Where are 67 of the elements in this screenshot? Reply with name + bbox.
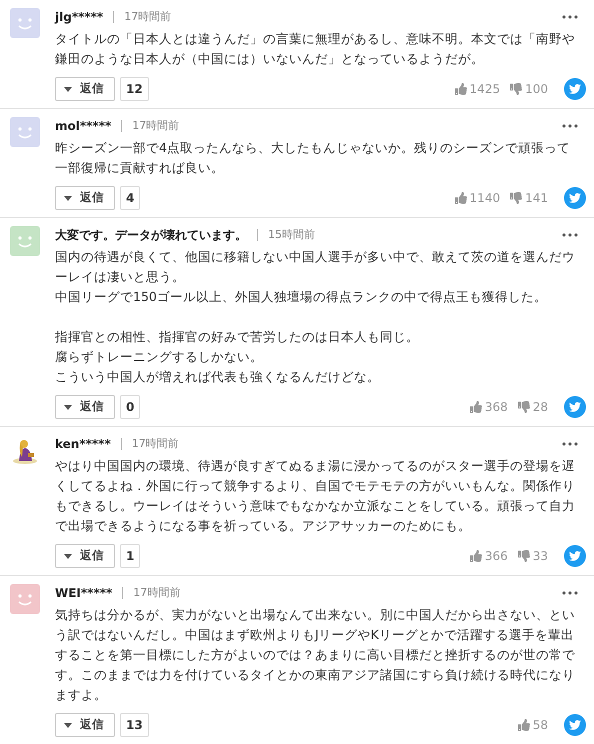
caret-icon <box>64 196 72 200</box>
caret-icon <box>64 404 72 410</box>
thumbs-up-icon[interactable] <box>518 719 530 731</box>
reply-button[interactable]: 返信 <box>55 544 115 568</box>
user-name[interactable]: 大変です。データが壊れています。 <box>55 226 247 244</box>
comment-text: 指揮官との相性、指揮官の好みで苦労したのは日本人も同じ。 <box>55 328 420 346</box>
like-count: 366 <box>484 548 508 565</box>
like-count: 1140 <box>470 190 500 207</box>
more-icon[interactable] <box>562 591 578 595</box>
thumbs-down-icon[interactable] <box>510 83 522 95</box>
bird-icon <box>569 83 581 95</box>
more-icon[interactable] <box>562 233 578 237</box>
reply-count: 0 <box>120 395 140 419</box>
caret-icon <box>64 554 72 558</box>
bird-icon <box>569 401 581 413</box>
dislike-count: 33 <box>532 548 548 565</box>
reply-count: 1 <box>120 544 140 568</box>
reply-button[interactable]: 返信 <box>55 77 115 101</box>
caret-icon <box>64 86 72 92</box>
thumbs-up-icon[interactable] <box>470 550 482 562</box>
comment-text: タイトルの「日本人とは違うんだ」の言葉に無理があるし、意味不明。本文では「南野や鎌田のような日本人が（中国には）いないんだ」となっているようだが。 <box>55 30 576 68</box>
like-count: 1425 <box>470 81 500 98</box>
dislike-count: 100 <box>525 81 548 98</box>
reply-button[interactable]: 返信 <box>55 186 115 210</box>
timestamp: 17時間前 <box>132 118 180 134</box>
timestamp: 17時間前 <box>124 8 172 25</box>
bird-icon <box>569 550 581 562</box>
thumbs-down-icon[interactable] <box>518 401 530 413</box>
thumbs-down-icon[interactable] <box>518 550 530 562</box>
twitter-share-button[interactable] <box>564 78 586 100</box>
bird-icon <box>569 192 581 204</box>
timestamp: 17時間前 <box>132 436 179 452</box>
dislike-count: 28 <box>532 399 548 416</box>
reply-count: 13 <box>120 713 149 737</box>
more-icon[interactable] <box>562 15 578 19</box>
twitter-share-button[interactable] <box>564 714 586 736</box>
twitter-share-button[interactable] <box>564 187 586 209</box>
thumbs-up-icon[interactable] <box>454 83 467 95</box>
user-name[interactable]: ken***** <box>55 435 111 453</box>
like-count: 368 <box>484 399 508 416</box>
timestamp: 17時間前 <box>133 584 180 601</box>
caret-icon <box>64 722 72 728</box>
comment-text: 国内の待遇が良くて、他国に移籍しない中国人選手が多い中で、敢えて茨の道を選んだウーレイは凄いと思う。 <box>55 248 576 286</box>
comment-text: 腐らずトレーニングするしかない。 <box>55 348 264 366</box>
thumbs-up-icon[interactable] <box>454 192 467 204</box>
comment-text: やはり中国国内の環境、待遇が良すぎてぬるま湯に浸かってるのがスター選手の登場を遅くしてるよね．外国に行って競争するより、自国でモテモテの方がいいもんな。関係作りもできるし。ウーレイはそういう意味でもなかなか立派なことをしている。頑張って自力で出場できるようになる事を祈っている。アジアサッカーのためにも。 <box>55 457 576 535</box>
twitter-share-button[interactable] <box>564 545 586 567</box>
timestamp: 15時間前 <box>268 226 315 243</box>
comment-text: 昨シーズン一部で4点取ったんなら、大したもんじゃないか。残りのシーズンで頑張って一部復帰に貢献すれば良い。 <box>55 139 571 177</box>
reply-count: 12 <box>120 77 149 101</box>
twitter-share-button[interactable] <box>564 396 586 418</box>
user-name[interactable]: mol***** <box>55 117 112 135</box>
user-name[interactable]: jlg***** <box>55 8 104 26</box>
user-name[interactable]: WEI***** <box>55 584 112 602</box>
thumbs-down-icon[interactable] <box>510 192 522 204</box>
thumbs-up-icon[interactable] <box>470 401 482 413</box>
bird-icon <box>569 719 581 731</box>
more-icon[interactable] <box>562 442 578 446</box>
comment-text: 気持ちは分かるが、実力がないと出場なんて出来ない。別に中国人だから出さない、という訳ではないんだし。中国はまず欧州よりもJリーグやKリーグとかで活躍する選手を輩出することを第一目標にした方がよいのでは？あまりに高い目標だと挫折するのが世の常です。このままでは力を付けているタイとかの東南アジア諸国にすら負け続ける時代になりますよ。 <box>55 606 576 704</box>
reply-button[interactable]: 返信 <box>55 395 115 419</box>
reply-count: 4 <box>120 186 140 210</box>
comment-text: こういう中国人が増えれば代表も強くなるんだけどな。 <box>55 368 381 386</box>
dislike-count: 141 <box>525 190 548 207</box>
reply-button[interactable]: 返信 <box>55 713 115 737</box>
comment-text: 中国リーグで150ゴール以上、外国人独壇場の得点ランクの中で得点王も獲得した。 <box>55 288 548 306</box>
like-count: 58 <box>532 717 548 734</box>
more-icon[interactable] <box>562 124 578 128</box>
